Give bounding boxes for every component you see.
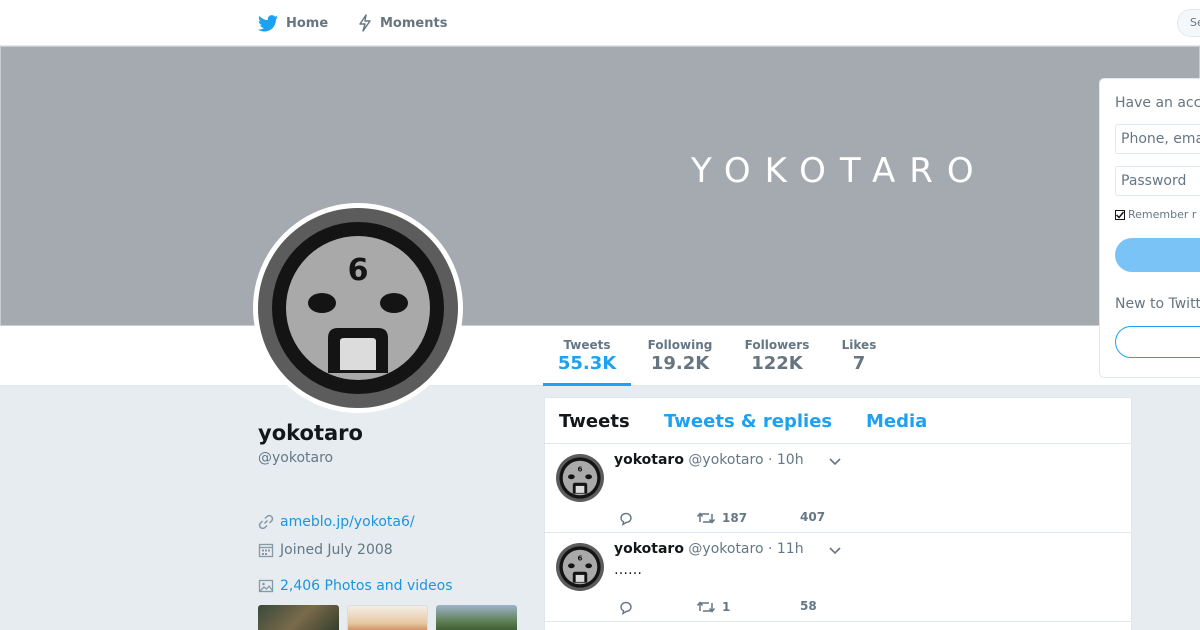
stat-tweets[interactable]: Tweets 55.3K xyxy=(543,326,631,386)
password-field[interactable]: Password xyxy=(1115,166,1200,196)
tweet-author-handle[interactable]: @yokotaro xyxy=(688,541,763,557)
retweet-icon xyxy=(696,601,716,613)
login-button[interactable] xyxy=(1115,238,1200,272)
login-panel: Have an acc Phone, emai Password Remembe… xyxy=(1099,78,1200,378)
nav-moments[interactable]: Moments xyxy=(358,0,447,46)
stat-following[interactable]: Following 19.2K xyxy=(641,326,719,386)
top-navigation: Home Moments Se xyxy=(0,0,1200,46)
svg-text:6: 6 xyxy=(348,253,369,288)
svg-text:6: 6 xyxy=(577,464,582,473)
stat-likes[interactable]: Likes 7 xyxy=(835,326,883,386)
remember-checkbox[interactable] xyxy=(1115,209,1125,220)
tweet-separator: · xyxy=(767,541,773,557)
new-to-twitter-text: New to Twitt xyxy=(1115,296,1200,312)
tab-tweets[interactable]: Tweets xyxy=(559,411,630,432)
reply-icon xyxy=(620,601,632,615)
reply-icon xyxy=(620,512,632,526)
tweet-author-name[interactable]: yokotaro xyxy=(614,541,684,557)
stat-followers-value: 122K xyxy=(751,353,803,374)
reply-button[interactable] xyxy=(618,510,640,526)
profile-photos-link[interactable]: 2,406 Photos and videos xyxy=(280,578,453,594)
tweet[interactable]: 6 yokotaro @yokotaro · 10h 187 407 xyxy=(545,444,1131,533)
retweet-count: 1 xyxy=(722,600,731,614)
timeline: Tweets Tweets & replies Media 6 yokotaro… xyxy=(544,397,1132,630)
photo-icon xyxy=(258,579,274,593)
reply-button[interactable] xyxy=(618,599,640,615)
link-icon xyxy=(258,514,274,530)
tweet-text: …… xyxy=(614,562,642,578)
chevron-down-icon[interactable] xyxy=(828,543,842,557)
like-count: 58 xyxy=(800,599,817,613)
banner-text: YOKOTARO xyxy=(691,151,988,191)
stat-following-value: 19.2K xyxy=(650,353,710,374)
tweet-avatar[interactable]: 6 xyxy=(556,454,604,502)
nav-home[interactable]: Home xyxy=(258,0,328,46)
nav-moments-label: Moments xyxy=(380,15,448,31)
tab-media[interactable]: Media xyxy=(866,411,927,432)
login-title: Have an acc xyxy=(1115,95,1200,111)
stat-followers-label: Followers xyxy=(744,338,810,352)
tweet-header: yokotaro @yokotaro · 10h xyxy=(614,452,804,468)
tweet[interactable]: 6 yokotaro @yokotaro · 11h …… 1 58 xyxy=(545,533,1131,622)
like-button[interactable]: 407 xyxy=(800,510,825,524)
chevron-down-icon[interactable] xyxy=(828,454,842,468)
stat-following-label: Following xyxy=(647,338,713,352)
stat-tweets-value: 55.3K xyxy=(557,353,617,374)
profile-joined-text: Joined July 2008 xyxy=(280,542,393,558)
like-button[interactable]: 58 xyxy=(800,599,817,613)
tweet-timestamp[interactable]: 11h xyxy=(777,541,804,557)
profile-name: yokotaro xyxy=(258,421,363,445)
twitter-bird-icon xyxy=(258,14,278,31)
tweet-actions: 1 58 xyxy=(614,599,914,623)
photo-thumbnail[interactable] xyxy=(347,605,428,630)
remember-me[interactable]: Remember r xyxy=(1115,208,1196,221)
profile-banner: YOKOTARO xyxy=(0,46,1200,326)
tweet-header: yokotaro @yokotaro · 11h xyxy=(614,541,804,557)
tweet-author-name[interactable]: yokotaro xyxy=(614,452,684,468)
remember-label: Remember r xyxy=(1128,208,1197,221)
nav-home-label: Home xyxy=(286,15,329,31)
lightning-icon xyxy=(359,14,371,32)
photo-thumbnail[interactable] xyxy=(436,605,517,630)
profile-handle: @yokotaro xyxy=(258,450,334,466)
profile-nav: Tweets 55.3K Following 19.2K Followers 1… xyxy=(0,326,1200,386)
profile-avatar[interactable]: 6 xyxy=(253,203,463,413)
profile-photos-row[interactable]: 2,406 Photos and videos xyxy=(258,578,453,594)
signup-button[interactable] xyxy=(1115,326,1200,358)
photo-thumbnail[interactable] xyxy=(258,605,339,630)
tab-tweets-replies[interactable]: Tweets & replies xyxy=(664,411,832,432)
checkmark-icon xyxy=(1115,211,1125,219)
tweet-avatar[interactable]: 6 xyxy=(556,543,604,591)
tweet-author-handle[interactable]: @yokotaro xyxy=(688,452,763,468)
phone-email-field[interactable]: Phone, emai xyxy=(1115,124,1200,154)
timeline-tabs: Tweets Tweets & replies Media xyxy=(545,398,1131,444)
like-count: 407 xyxy=(800,510,826,524)
stat-likes-value: 7 xyxy=(852,353,866,374)
svg-text:6: 6 xyxy=(577,553,582,562)
stat-followers[interactable]: Followers 122K xyxy=(739,326,815,386)
retweet-button[interactable]: 187 xyxy=(696,510,747,526)
stat-tweets-label: Tweets xyxy=(563,338,611,352)
search-input[interactable]: Se xyxy=(1177,9,1200,37)
avatar-face-icon: 6 xyxy=(258,208,458,408)
tweet-separator: · xyxy=(767,452,773,468)
retweet-count: 187 xyxy=(722,511,748,525)
profile-url-link[interactable]: ameblo.jp/yokota6/ xyxy=(280,514,415,530)
tweet-timestamp[interactable]: 10h xyxy=(777,452,804,468)
calendar-icon xyxy=(258,543,274,558)
retweet-button[interactable]: 1 xyxy=(696,599,730,615)
tweet-actions: 187 407 xyxy=(614,510,914,534)
stat-likes-label: Likes xyxy=(841,338,877,352)
profile-joined-row: Joined July 2008 xyxy=(258,542,393,558)
profile-url-row[interactable]: ameblo.jp/yokota6/ xyxy=(258,514,415,530)
photo-thumbnails xyxy=(258,605,517,630)
retweet-icon xyxy=(696,512,716,524)
